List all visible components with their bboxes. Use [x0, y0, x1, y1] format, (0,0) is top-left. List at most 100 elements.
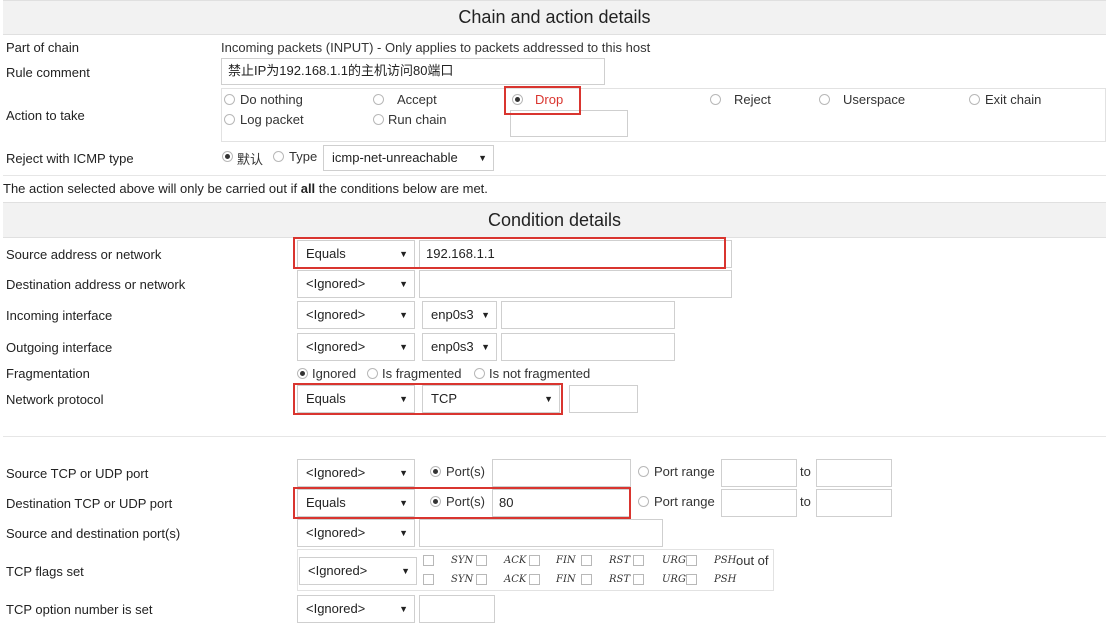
- src-dst-ports-mode-select[interactable]: <Ignored> ▼: [297, 519, 415, 547]
- tcp-option-input[interactable]: [419, 595, 495, 623]
- icmp-type-select[interactable]: icmp-net-unreachable ▼: [323, 145, 494, 171]
- dst-port-range-radio[interactable]: [638, 496, 649, 507]
- tcp-option-mode-value: <Ignored>: [306, 601, 366, 616]
- flag-mask-label: FIN: [556, 574, 576, 585]
- chevron-down-icon: ▼: [399, 249, 408, 259]
- action-run-chain-radio[interactable]: [373, 114, 384, 125]
- flag-set-label: PSH: [714, 555, 737, 566]
- run-chain-input[interactable]: [510, 110, 628, 137]
- flag-mask-checkbox[interactable]: [476, 574, 487, 585]
- icmp-default-radio[interactable]: [222, 151, 233, 162]
- note-after: the conditions below are met.: [315, 181, 488, 196]
- chevron-down-icon: ▼: [481, 342, 490, 352]
- flag-mask-checkbox[interactable]: [686, 574, 697, 585]
- icmp-type-radio[interactable]: [273, 151, 284, 162]
- protocol-value: TCP: [431, 391, 457, 406]
- in-iface-select[interactable]: enp0s3 ▼: [422, 301, 497, 329]
- src-port-input[interactable]: [492, 459, 631, 487]
- action-reject-radio[interactable]: [710, 94, 721, 105]
- protocol-number-input[interactable]: [569, 385, 638, 413]
- chevron-down-icon: ▼: [399, 394, 408, 404]
- src-dst-ports-input[interactable]: [419, 519, 663, 547]
- action-log-packet-label: Log packet: [240, 112, 304, 127]
- src-dst-ports-mode-value: <Ignored>: [306, 525, 366, 540]
- in-iface-mode-value: <Ignored>: [306, 307, 366, 322]
- action-run-chain-label: Run chain: [388, 112, 447, 127]
- action-log-packet-radio[interactable]: [224, 114, 235, 125]
- src-port-mode-value: <Ignored>: [306, 465, 366, 480]
- flag-set-checkbox[interactable]: [476, 555, 487, 566]
- source-address-mode-select[interactable]: Equals ▼: [297, 240, 415, 268]
- chain-section-title: Chain and action details: [458, 7, 651, 27]
- flag-set-label: FIN: [556, 555, 576, 566]
- note-bold: all: [300, 181, 316, 196]
- src-port-range-from-input[interactable]: [721, 459, 797, 487]
- flag-mask-label: PSH: [714, 574, 737, 585]
- frag-ignored-radio[interactable]: [297, 368, 308, 379]
- source-address-label: Source address or network: [6, 247, 162, 262]
- chevron-down-icon: ▼: [401, 566, 410, 576]
- icmp-default-label: 默认: [237, 152, 264, 167]
- flag-mask-checkbox[interactable]: [529, 574, 540, 585]
- chevron-down-icon: ▼: [399, 528, 408, 538]
- flag-mask-checkbox[interactable]: [633, 574, 644, 585]
- source-address-mode-value: Equals: [306, 246, 346, 261]
- tcp-flags-mode-select[interactable]: <Ignored> ▼: [299, 557, 417, 585]
- flag-mask-checkbox[interactable]: [581, 574, 592, 585]
- chevron-down-icon: ▼: [544, 394, 553, 404]
- out-iface-select[interactable]: enp0s3 ▼: [422, 333, 497, 361]
- frag-not-fragmented-radio[interactable]: [474, 368, 485, 379]
- tcp-flags-label: TCP flags set: [6, 564, 84, 579]
- src-port-range-to-input[interactable]: [816, 459, 892, 487]
- flag-mask-checkbox[interactable]: [423, 574, 434, 585]
- in-iface-mode-select[interactable]: <Ignored> ▼: [297, 301, 415, 329]
- action-label: Action to take: [6, 108, 85, 123]
- dest-address-mode-value: <Ignored>: [306, 276, 366, 291]
- protocol-mode-select[interactable]: Equals ▼: [297, 385, 415, 413]
- action-do-nothing-radio[interactable]: [224, 94, 235, 105]
- in-iface-input[interactable]: [501, 301, 675, 329]
- src-port-to-label: to: [800, 464, 811, 479]
- src-port-label: Source TCP or UDP port: [6, 466, 149, 481]
- src-port-mode-select[interactable]: <Ignored> ▼: [297, 459, 415, 487]
- out-iface-mode-select[interactable]: <Ignored> ▼: [297, 333, 415, 361]
- src-port-range-radio[interactable]: [638, 466, 649, 477]
- flag-mask-label: URG: [662, 574, 686, 585]
- divider: [3, 175, 1106, 176]
- protocol-label: Network protocol: [6, 392, 104, 407]
- rule-comment-label: Rule comment: [6, 65, 90, 80]
- action-exit-chain-radio[interactable]: [969, 94, 980, 105]
- dst-port-mode-select[interactable]: Equals ▼: [297, 489, 415, 517]
- action-exit-chain-label: Exit chain: [985, 92, 1042, 107]
- note-before: The action selected above will only be c…: [3, 181, 301, 196]
- action-accept-radio[interactable]: [373, 94, 384, 105]
- source-address-input[interactable]: 192.168.1.1: [419, 240, 732, 268]
- flag-set-label: RST: [609, 555, 631, 566]
- action-userspace-radio[interactable]: [819, 94, 830, 105]
- flag-set-checkbox[interactable]: [529, 555, 540, 566]
- flag-set-label: ACK: [504, 555, 527, 566]
- out-iface-input[interactable]: [501, 333, 675, 361]
- src-dst-ports-label: Source and destination port(s): [6, 526, 181, 541]
- flag-set-checkbox[interactable]: [581, 555, 592, 566]
- flag-mask-label: RST: [609, 574, 631, 585]
- flag-set-checkbox[interactable]: [633, 555, 644, 566]
- dest-address-input[interactable]: [419, 270, 732, 298]
- rule-comment-input[interactable]: 禁止IP为192.168.1.1的主机访问80端口: [221, 58, 605, 85]
- src-port-ports-radio[interactable]: [430, 466, 441, 477]
- chevron-down-icon: ▼: [399, 468, 408, 478]
- action-drop-radio[interactable]: [512, 94, 523, 105]
- flag-set-checkbox[interactable]: [686, 555, 697, 566]
- dst-port-range-from-input[interactable]: [721, 489, 797, 517]
- dst-port-label: Destination TCP or UDP port: [6, 496, 173, 511]
- dst-port-range-to-input[interactable]: [816, 489, 892, 517]
- dest-address-mode-select[interactable]: <Ignored> ▼: [297, 270, 415, 298]
- flag-mask-label: SYN: [451, 574, 474, 585]
- dst-port-ports-radio[interactable]: [430, 496, 441, 507]
- tcp-option-mode-select[interactable]: <Ignored> ▼: [297, 595, 415, 623]
- chevron-down-icon: ▼: [478, 153, 487, 163]
- frag-fragmented-radio[interactable]: [367, 368, 378, 379]
- flag-set-checkbox[interactable]: [423, 555, 434, 566]
- protocol-select[interactable]: TCP ▼: [422, 385, 560, 413]
- dst-port-input[interactable]: 80: [492, 489, 631, 517]
